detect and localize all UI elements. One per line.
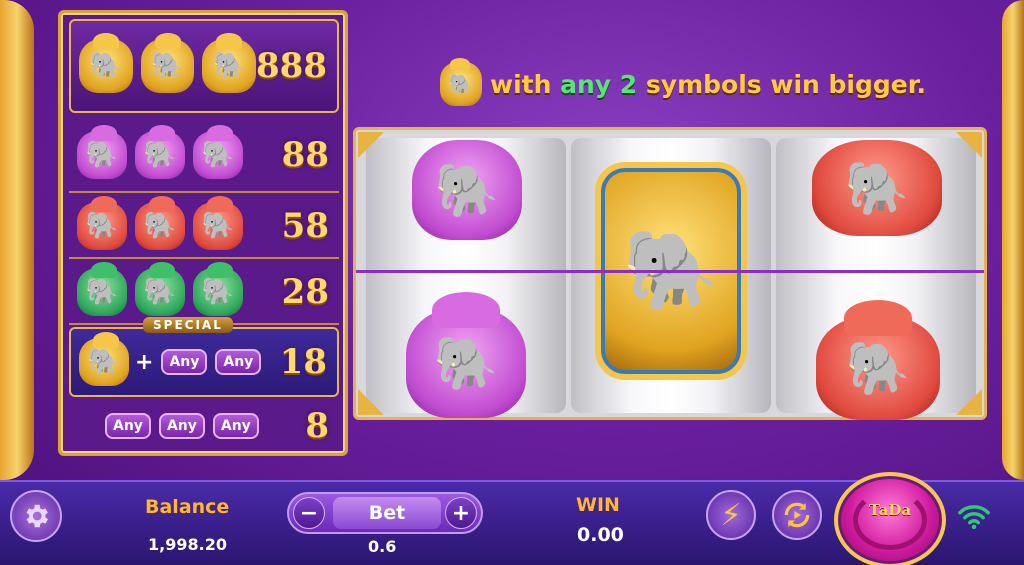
plus-sign: + <box>135 349 154 375</box>
gold-ganesha-icon: 🐘 <box>140 33 195 93</box>
purple-ganesha-icon: 🐘 <box>193 125 243 179</box>
payout-value: 28 <box>281 272 329 312</box>
bet-value: 0.6 <box>368 537 397 556</box>
special-label: SPECIAL <box>143 317 233 333</box>
gold-ganesha-icon: 🐘 <box>440 58 482 106</box>
reel-3: 🐘 🐘 <box>776 138 976 420</box>
paytable-row-purple: 🐘 🐘 🐘 88 <box>69 119 339 193</box>
red-ganesha-icon: 🐘 <box>193 196 243 250</box>
paytable-panel: 🐘 🐘 🐘 888 🐘 🐘 🐘 88 🐘 🐘 🐘 58 🐘 🐘 🐘 28 SPE… <box>58 10 348 456</box>
paytable-row-green: 🐘 🐘 🐘 28 <box>69 261 339 325</box>
headline-text: with any 2 symbols win bigger. <box>490 70 926 99</box>
win-value: 0.00 <box>577 524 624 546</box>
paytable-row-gold: 🐘 🐘 🐘 888 <box>69 19 339 113</box>
purple-ganesha-icon: 🐘 <box>406 292 526 418</box>
headline-part1: with <box>490 69 561 99</box>
autoplay-icon <box>784 502 810 528</box>
right-frame-ornament <box>1002 0 1024 480</box>
paytable-row-any: Any Any Any 8 <box>69 401 339 451</box>
autoplay-button[interactable] <box>772 490 822 540</box>
any-symbol-badge: Any <box>212 413 259 439</box>
payout-value: 58 <box>281 206 329 246</box>
payout-value: 88 <box>281 135 329 175</box>
headline-highlight: any 2 <box>560 69 638 99</box>
payout-value: 888 <box>256 46 327 86</box>
headline: 🐘 with any 2 symbols win bigger. <box>440 58 926 106</box>
red-ganesha-icon: 🐘 <box>77 196 127 250</box>
green-ganesha-icon: 🐘 <box>135 262 185 316</box>
reel-2: 🐘 <box>571 138 771 413</box>
spin-button[interactable]: TaDa <box>834 472 946 565</box>
wifi-icon <box>957 504 991 534</box>
any-symbol-badge: Any <box>158 413 205 439</box>
red-ganesha-icon: 🐘 <box>135 196 185 250</box>
win-label: WIN <box>576 494 620 516</box>
reel-window: 🐘 🐘 🐘 🐘 🐘 <box>353 127 987 420</box>
paytable-row-special: SPECIAL 🐘 + Any Any 18 <box>69 317 339 397</box>
any-symbol-badge: Any <box>161 349 208 375</box>
payout-value: 18 <box>279 342 327 382</box>
gear-icon[interactable] <box>10 490 62 542</box>
balance-label: Balance <box>145 496 230 518</box>
green-ganesha-icon: 🐘 <box>77 262 127 316</box>
balance-value: 1,998.20 <box>148 535 227 554</box>
any-symbol-badge: Any <box>105 413 151 439</box>
payline <box>356 270 984 273</box>
red-ganesha-icon: 🐘 <box>812 140 942 236</box>
left-frame-ornament <box>0 0 34 480</box>
bet-label: Bet <box>333 497 441 529</box>
gold-ganesha-icon: 🐘 <box>202 33 257 93</box>
purple-ganesha-icon: 🐘 <box>412 140 522 240</box>
green-ganesha-icon: 🐘 <box>193 262 243 316</box>
headline-part2: symbols win bigger. <box>637 69 926 99</box>
paytable-row-red: 🐘 🐘 🐘 58 <box>69 195 339 259</box>
bet-control: − Bet + <box>287 492 483 534</box>
purple-ganesha-icon: 🐘 <box>135 125 185 179</box>
gold-ganesha-icon: 🐘 <box>79 33 133 93</box>
turbo-button[interactable]: ⚡ <box>706 490 756 540</box>
any-symbol-badge: Any <box>215 349 262 375</box>
red-ganesha-icon: 🐘 <box>816 300 940 420</box>
bet-increase-button[interactable]: + <box>445 497 477 529</box>
bet-decrease-button[interactable]: − <box>293 497 325 529</box>
spin-arrow-icon: TaDa <box>853 490 927 550</box>
purple-ganesha-icon: 🐘 <box>77 125 127 179</box>
payout-value: 8 <box>305 406 329 446</box>
spin-logo: TaDa <box>868 501 912 519</box>
gold-ganesha-icon: 🐘 <box>79 332 129 386</box>
reel-1: 🐘 🐘 <box>366 138 566 418</box>
lightning-icon: ⚡ <box>720 497 742 533</box>
